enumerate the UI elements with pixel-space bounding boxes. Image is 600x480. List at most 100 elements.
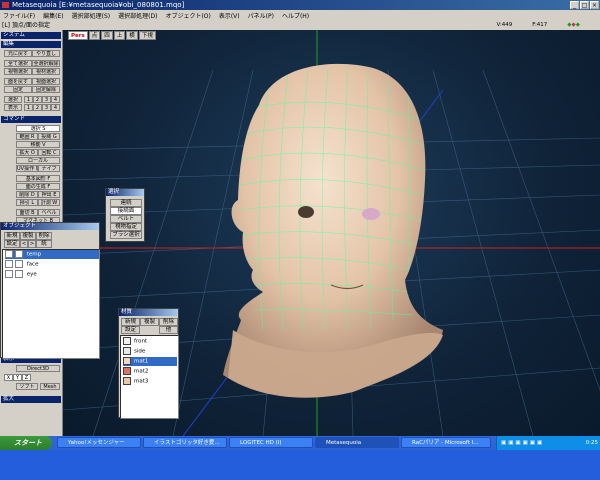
primitive-tool-button[interactable]: 基本図形 F — [16, 175, 60, 182]
select-face-button[interactable]: 視面選択 — [32, 78, 60, 85]
menu-select-process[interactable]: 選択部処理(S) — [72, 11, 111, 20]
tab-perspective[interactable]: Pers — [68, 31, 88, 40]
num-4-button[interactable]: 4 — [51, 96, 60, 103]
belt-select-button[interactable]: ベルト — [110, 215, 142, 223]
close-button[interactable]: × — [590, 1, 599, 9]
material-new-button[interactable]: 新規 — [121, 318, 140, 326]
visibility-checkbox[interactable] — [5, 270, 13, 278]
task-metasequoia[interactable]: Metasequoia — [315, 437, 399, 448]
extra-header[interactable]: 拡大 — [1, 396, 61, 403]
uv-tool-button[interactable]: UV操作 U — [16, 165, 38, 172]
object-down-button[interactable]: > — [28, 240, 36, 248]
object-delete-button[interactable]: 削除 — [36, 232, 52, 240]
edit-header[interactable]: 編集 — [1, 41, 61, 48]
menu-select-process-2[interactable]: 選択部処理(D) — [118, 11, 157, 20]
material-settings-button[interactable]: 設定 — [121, 326, 140, 334]
minimize-button[interactable]: _ — [570, 1, 579, 9]
select-material-button[interactable]: 視材選択 — [32, 68, 60, 75]
restore-face-button[interactable]: 面を戻す — [4, 78, 32, 85]
num-2-button[interactable]: 2 — [33, 96, 42, 103]
tab-bottom[interactable]: 下視 — [138, 31, 156, 40]
list-item[interactable]: mat1 — [123, 357, 177, 366]
num-1-display-button[interactable]: 1 — [24, 104, 33, 111]
menu-file[interactable]: ファイル(F) — [3, 11, 35, 20]
task-logitec[interactable]: LOGITEC HD (I) — [229, 437, 313, 448]
lock-checkbox[interactable] — [15, 260, 23, 268]
list-item[interactable]: side — [123, 347, 177, 356]
material-duplicate-button[interactable]: 複製 — [140, 318, 159, 326]
num-2-display-button[interactable]: 2 — [33, 104, 42, 111]
scale-tool-button[interactable]: 拡大 O — [16, 149, 38, 156]
range-tool-button[interactable]: 範囲 R — [16, 133, 38, 140]
soft-button[interactable]: ソフト — [16, 383, 38, 390]
list-item[interactable]: mat3 — [123, 377, 177, 386]
measure-tool-button[interactable]: 計測 W — [38, 199, 60, 206]
material-other-button[interactable]: 他 — [159, 326, 178, 334]
material-panel-header[interactable]: 材質 — [119, 309, 178, 316]
object-duplicate-button[interactable]: 複製 — [20, 232, 36, 240]
redo-button[interactable]: やり直し — [32, 50, 60, 57]
list-item[interactable]: front — [123, 337, 177, 346]
lock-checkbox[interactable] — [15, 250, 23, 258]
list-item[interactable]: eye — [5, 270, 99, 279]
tray-icons[interactable]: ▣▣▣▣▣▣ — [497, 440, 544, 446]
face-cut-button[interactable]: 面切 B — [16, 209, 38, 216]
unfix-button[interactable]: 固定解除 — [32, 86, 60, 93]
move-tool-button[interactable]: 移動 V — [16, 141, 60, 148]
menu-panel[interactable]: パネル(P) — [248, 11, 274, 20]
undo-button[interactable]: 元に戻す — [4, 50, 32, 57]
mesh-button[interactable]: Mesh — [40, 383, 60, 390]
list-item[interactable]: mat2 — [123, 367, 177, 376]
num-3-button[interactable]: 3 — [42, 96, 51, 103]
task-yahoo-messenger[interactable]: Yahoo!メッセンジャー — [57, 437, 141, 448]
menu-edit[interactable]: 編集(E) — [43, 11, 63, 20]
task-illustration[interactable]: イラストゴリッタ好き愛... — [143, 437, 227, 448]
tab-quad[interactable]: 四 — [101, 31, 113, 40]
menu-view[interactable]: 表示(V) — [219, 11, 240, 20]
local-tool-button[interactable]: ローカル — [16, 157, 60, 164]
extrude-tool-button[interactable]: 押出 E — [38, 191, 60, 198]
select-object-button[interactable]: 視物選択 — [4, 68, 32, 75]
object-settings-button[interactable]: 設定 — [4, 240, 20, 248]
knife-tool-button[interactable]: ナイフ — [38, 165, 60, 172]
lasso-tool-button[interactable]: 投縄 G — [38, 133, 60, 140]
tab-side[interactable]: 横 — [126, 31, 138, 40]
tab-point[interactable]: 点 — [88, 31, 101, 40]
axis-z-toggle[interactable]: Z — [22, 374, 31, 381]
connected-face-button[interactable]: 接続面 — [110, 207, 142, 215]
num-4-display-button[interactable]: 4 — [51, 104, 60, 111]
material-delete-button[interactable]: 削除 — [159, 318, 178, 326]
brush-select-button[interactable]: ブラシ選択 — [110, 231, 142, 239]
lock-checkbox[interactable] — [15, 270, 23, 278]
fix-button[interactable]: 固定 — [4, 86, 32, 93]
axis-y-toggle[interactable]: Y — [13, 374, 22, 381]
select-all-button[interactable]: 全て選択 — [4, 60, 32, 67]
bevel-tool-button[interactable]: ベベル — [38, 209, 60, 216]
num-1-button[interactable]: 1 — [24, 96, 33, 103]
visibility-checkbox[interactable] — [5, 260, 13, 268]
sweep-tool-button[interactable]: 掃引 L — [16, 199, 38, 206]
system-header[interactable]: システム — [1, 32, 61, 39]
continuous-select-button[interactable]: 連続 — [110, 199, 142, 207]
object-specify-button[interactable]: 視物指定 — [110, 223, 142, 231]
axis-x-toggle[interactable]: X — [4, 374, 13, 381]
command-header[interactable]: コマンド — [1, 116, 61, 123]
object-up-button[interactable]: < — [20, 240, 28, 248]
list-item[interactable]: face — [5, 260, 99, 269]
delete-tool-button[interactable]: 削除 D — [16, 191, 38, 198]
rotate-tool-button[interactable]: 回転 C — [38, 149, 60, 156]
direct3d-button[interactable]: Direct3D — [16, 365, 60, 372]
task-explorer[interactable]: RaCパリア - Microsoft I... — [401, 437, 491, 448]
window-title-bar[interactable]: Metasequoia [E:¥metasequoia¥obi_080801.m… — [0, 0, 600, 10]
object-merge-button[interactable]: 統 — [36, 240, 52, 248]
object-new-button[interactable]: 新規 — [4, 232, 20, 240]
menu-object[interactable]: オブジェクト(O) — [165, 11, 210, 20]
list-item[interactable]: temp — [5, 250, 99, 259]
select-tool-button[interactable]: 選択 S — [16, 125, 60, 132]
deselect-all-button[interactable]: 全選択解除 — [32, 60, 60, 67]
visibility-checkbox[interactable] — [5, 250, 13, 258]
object-panel-header[interactable]: オブジェクト — [1, 223, 99, 230]
maximize-button[interactable]: □ — [580, 1, 589, 9]
select-palette-header[interactable]: 選択 — [106, 189, 144, 196]
menu-help[interactable]: ヘルプ(H) — [282, 11, 309, 20]
